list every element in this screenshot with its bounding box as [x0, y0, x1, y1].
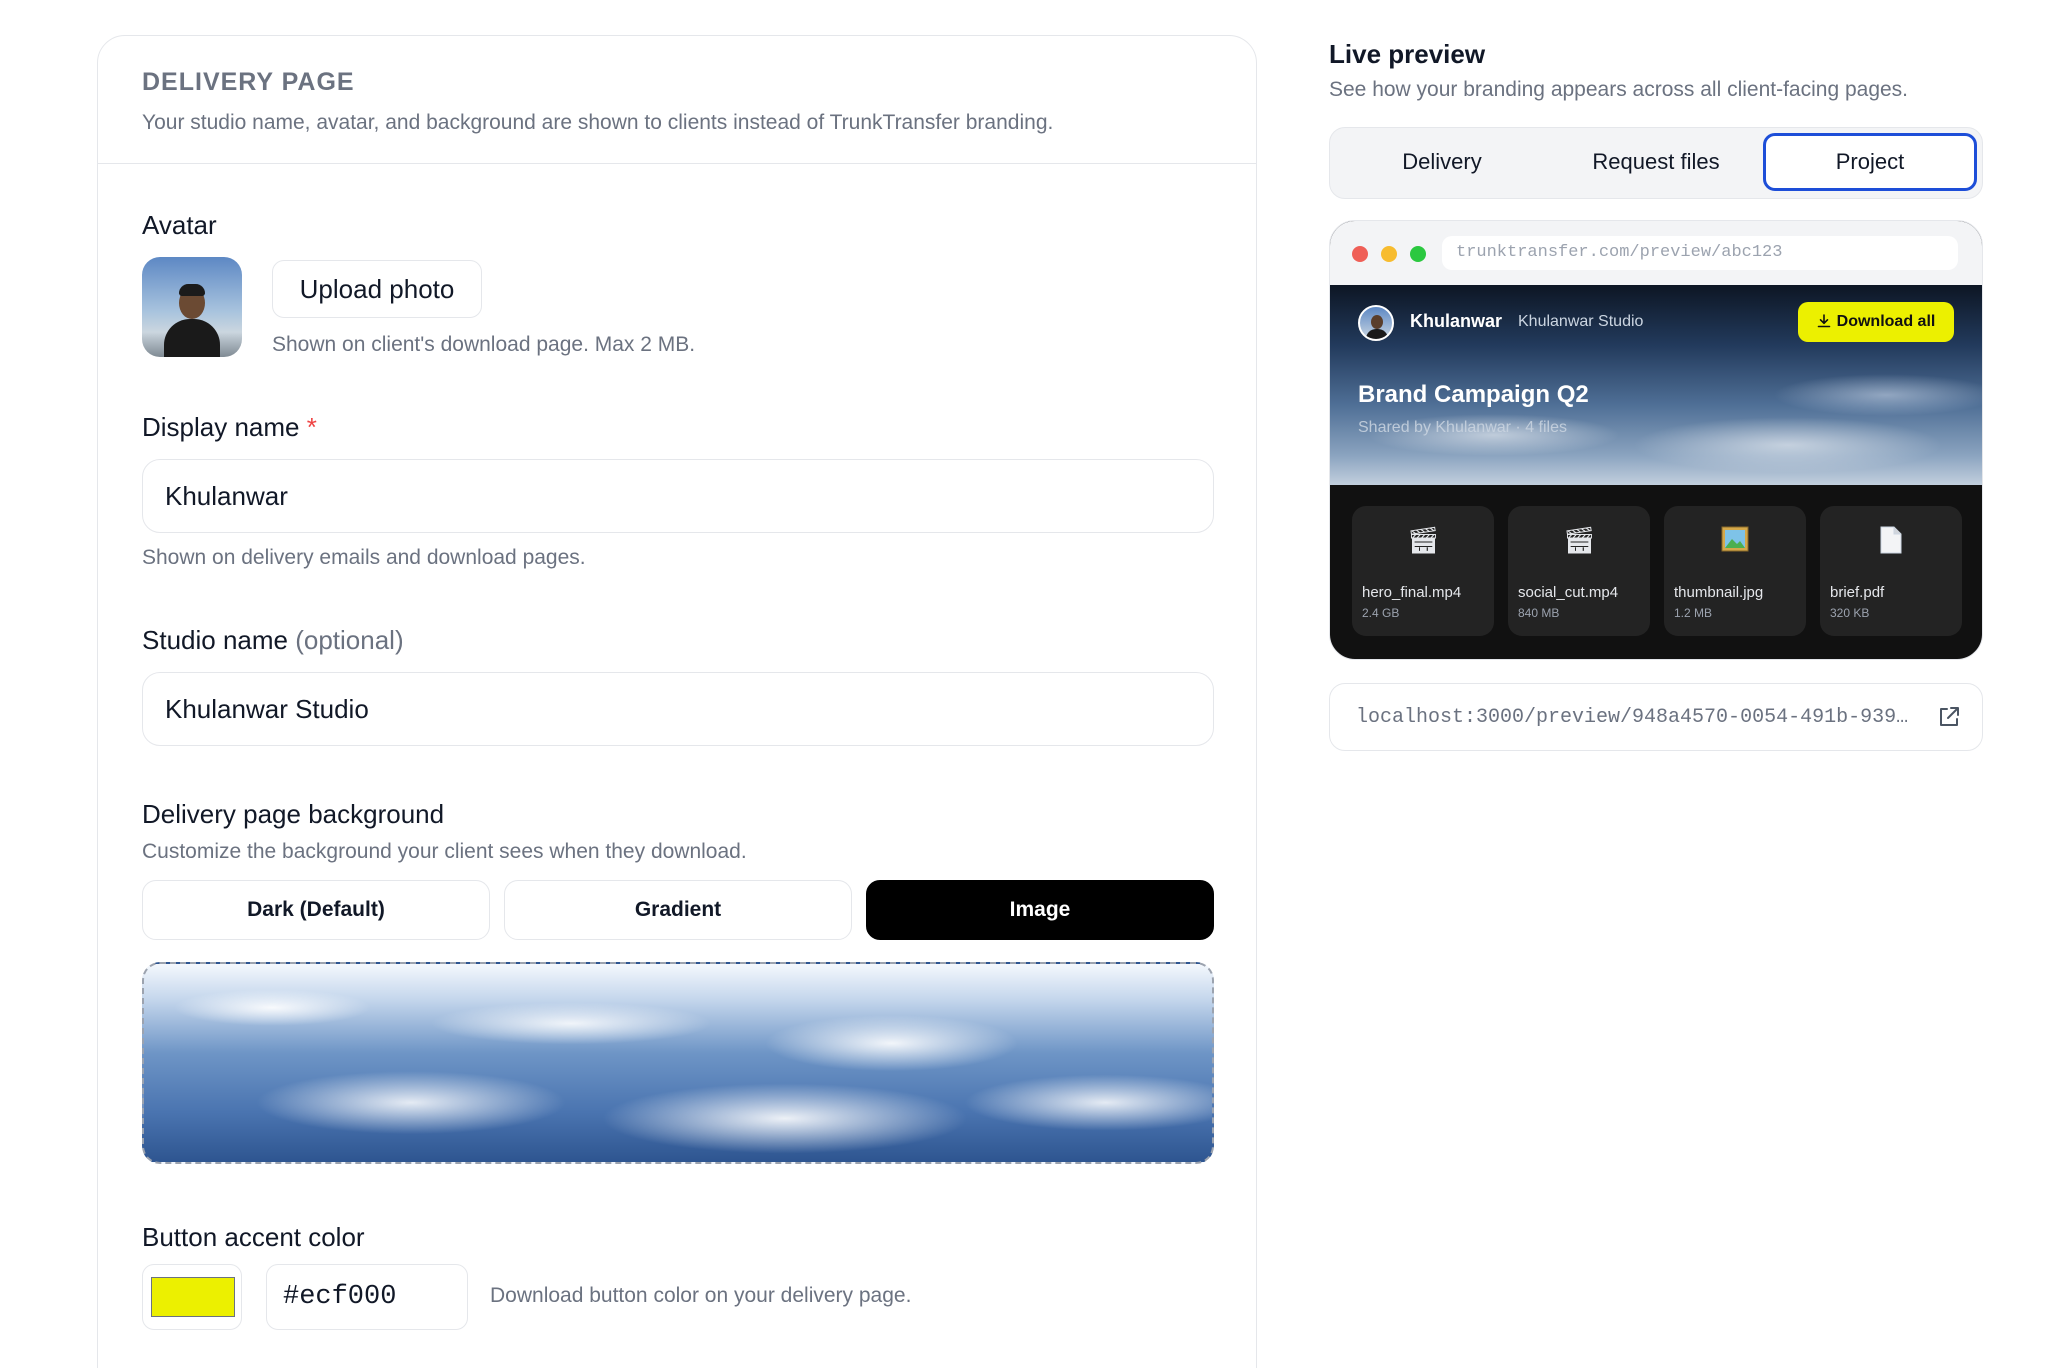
- close-dot-icon: [1352, 246, 1368, 262]
- project-meta: Shared by Khulanwar · 4 files: [1358, 419, 1567, 436]
- file-size: 1.2 MB: [1674, 606, 1713, 620]
- file-name: hero_final.mp4: [1362, 584, 1462, 601]
- file-card[interactable]: thumbnail.jpg 1.2 MB: [1664, 506, 1806, 636]
- file-name: thumbnail.jpg: [1674, 584, 1764, 601]
- background-option-image[interactable]: Image: [866, 880, 1214, 940]
- minimize-dot-icon: [1381, 246, 1397, 262]
- background-image-dropzone[interactable]: [142, 962, 1214, 1164]
- background-label: Delivery page background: [142, 799, 445, 829]
- avatar-label: Avatar: [142, 210, 217, 240]
- live-preview-subtitle: See how your branding appears across all…: [1329, 78, 1909, 101]
- preview-display-name: Khulanwar: [1410, 311, 1503, 331]
- file-name: brief.pdf: [1830, 584, 1885, 601]
- file-card[interactable]: 🎬︎ social_cut.mp4 840 MB: [1508, 506, 1650, 636]
- hex-color-input[interactable]: [266, 1264, 468, 1330]
- display-name-help: Shown on delivery emails and download pa…: [142, 546, 586, 569]
- clapper-icon: 🎬︎: [1406, 526, 1440, 556]
- tab-project[interactable]: Project: [1763, 133, 1977, 191]
- delivery-hero: Khulanwar Khulanwar Studio Download all …: [1330, 285, 1982, 485]
- browser-chrome: trunktransfer.com/preview/abc123: [1330, 221, 1982, 285]
- download-all-label: Download all: [1836, 313, 1936, 330]
- browser-mockup: trunktransfer.com/preview/abc123 Khulanw…: [1329, 220, 1983, 660]
- preview-link-url[interactable]: localhost:3000/preview/948a4570-0054-491…: [1356, 706, 1926, 729]
- upload-photo-button[interactable]: Upload photo: [272, 260, 482, 318]
- studio-name-input[interactable]: [142, 672, 1214, 746]
- file-size: 320 KB: [1830, 606, 1870, 620]
- image-icon: [1664, 526, 1806, 559]
- display-name-input[interactable]: [142, 459, 1214, 533]
- background-option-gradient[interactable]: Gradient: [504, 880, 852, 940]
- avatar: [142, 257, 242, 357]
- file-card[interactable]: brief.pdf 320 KB: [1820, 506, 1962, 636]
- live-preview-title: Live preview: [1329, 39, 1486, 69]
- studio-name-label-text: Studio name: [142, 625, 288, 655]
- maximize-dot-icon: [1410, 246, 1426, 262]
- section-title: DELIVERY PAGE: [142, 68, 355, 96]
- optional-tag: (optional): [295, 625, 404, 655]
- display-name-label: Display name *: [142, 412, 317, 443]
- download-icon: [1817, 314, 1830, 328]
- tab-request-files[interactable]: Request files: [1549, 133, 1763, 191]
- browser-url-bar: trunktransfer.com/preview/abc123: [1442, 236, 1958, 270]
- download-all-button[interactable]: Download all: [1798, 302, 1954, 342]
- preview-tabs: Delivery Request files Project: [1329, 127, 1983, 199]
- file-name: social_cut.mp4: [1518, 584, 1619, 601]
- project-title: Brand Campaign Q2: [1358, 381, 1589, 408]
- color-swatch: [151, 1277, 235, 1317]
- background-option-dark[interactable]: Dark (Default): [142, 880, 490, 940]
- file-size: 840 MB: [1518, 606, 1560, 620]
- section-subtitle: Your studio name, avatar, and background…: [142, 111, 1054, 134]
- background-help: Customize the background your client see…: [142, 840, 747, 863]
- file-size: 2.4 GB: [1362, 606, 1400, 620]
- delivery-page-settings-card: DELIVERY PAGE Your studio name, avatar, …: [97, 35, 1257, 1368]
- external-link-icon[interactable]: [1936, 704, 1962, 730]
- required-mark: *: [306, 412, 317, 442]
- avatar-help: Shown on client's download page. Max 2 M…: [272, 333, 696, 356]
- card-header: DELIVERY PAGE Your studio name, avatar, …: [98, 36, 1256, 164]
- document-icon: [1820, 526, 1962, 561]
- file-card[interactable]: 🎬︎ hero_final.mp4 2.4 GB: [1352, 506, 1494, 636]
- preview-avatar: [1358, 305, 1394, 341]
- accent-color-label: Button accent color: [142, 1222, 365, 1252]
- studio-name-label: Studio name (optional): [142, 625, 404, 656]
- accent-color-help: Download button color on your delivery p…: [490, 1284, 912, 1307]
- preview-link-box: localhost:3000/preview/948a4570-0054-491…: [1329, 683, 1983, 751]
- clapper-icon: 🎬︎: [1562, 526, 1596, 556]
- preview-studio-name: Khulanwar Studio: [1518, 313, 1644, 330]
- tab-delivery[interactable]: Delivery: [1335, 133, 1549, 191]
- display-name-label-text: Display name: [142, 412, 300, 442]
- color-picker[interactable]: [142, 1264, 242, 1330]
